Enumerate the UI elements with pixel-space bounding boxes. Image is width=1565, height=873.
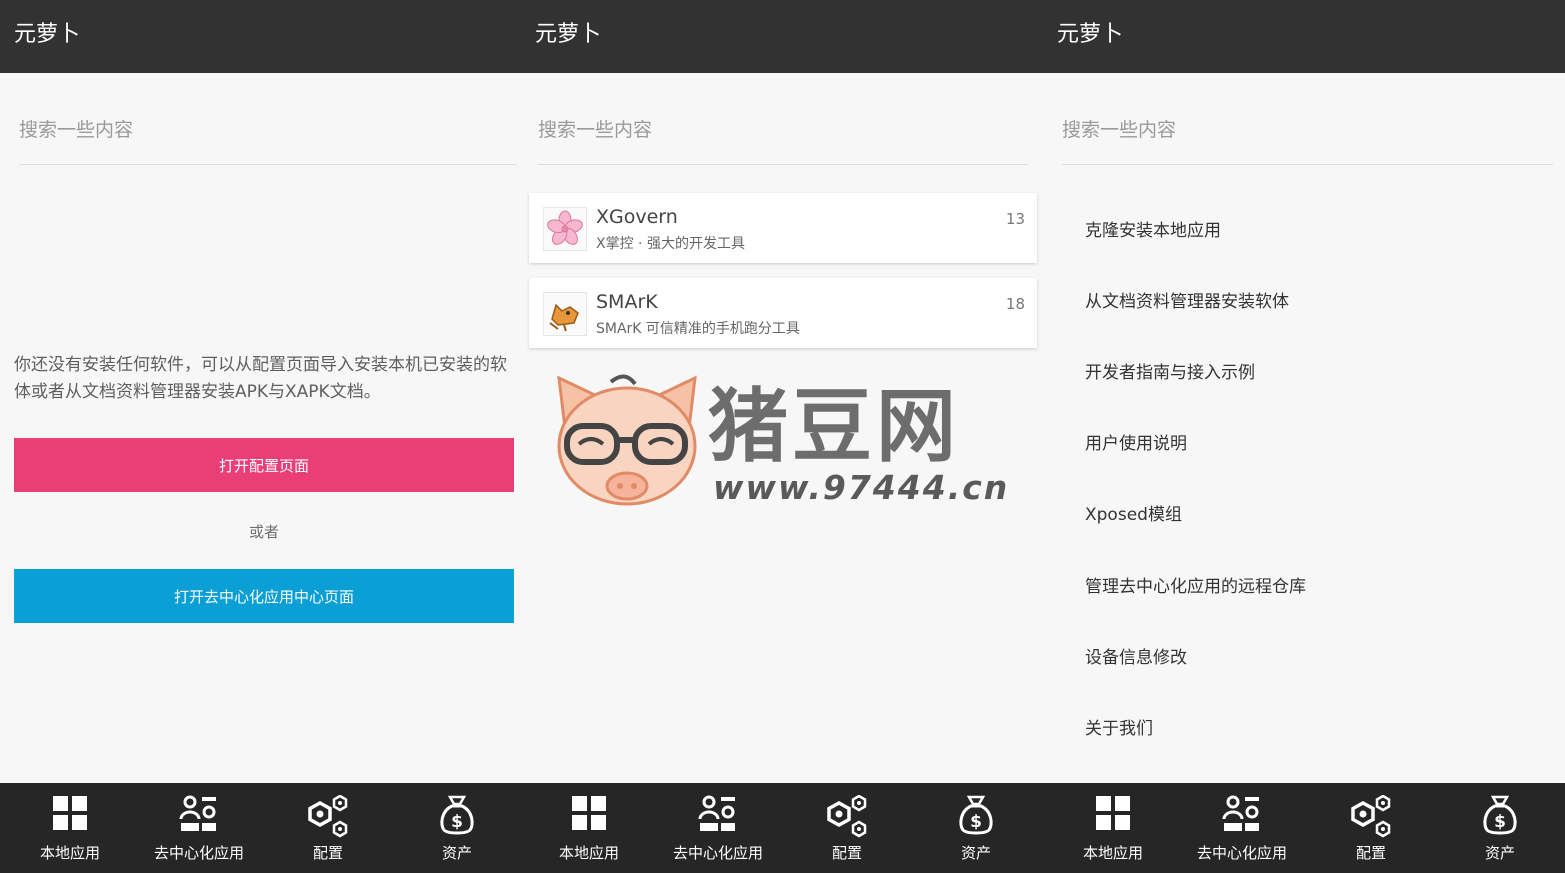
people-icon bbox=[1222, 795, 1259, 831]
nav-config[interactable]: 配置 bbox=[268, 783, 388, 873]
nav-label: 本地应用 bbox=[558, 844, 619, 862]
menu-remote-repos[interactable]: 管理去中心化应用的远程仓库 bbox=[1085, 572, 1306, 597]
dapp-count: 13 bbox=[1005, 210, 1025, 228]
app-title: 元萝卜 bbox=[14, 22, 81, 47]
search-field[interactable] bbox=[1062, 96, 1553, 165]
nav-label: 本地应用 bbox=[1082, 844, 1143, 862]
nav-label: 资产 bbox=[960, 844, 991, 862]
settings-icon bbox=[827, 795, 867, 838]
nav-dapps[interactable]: 去中心化应用 bbox=[658, 783, 778, 873]
nav-label: 配置 bbox=[831, 844, 862, 862]
nav-label: 去中心化应用 bbox=[672, 844, 763, 862]
money-bag-icon: $ bbox=[440, 795, 474, 835]
app-bar: 元萝卜 bbox=[1043, 0, 1565, 73]
nav-config[interactable]: 配置 bbox=[787, 783, 907, 873]
nav-assets[interactable]: $ 资产 bbox=[397, 783, 517, 873]
grid-icon bbox=[1096, 796, 1130, 830]
menu-about-us[interactable]: 关于我们 bbox=[1085, 714, 1153, 739]
open-dapp-center-button[interactable]: 打开去中心化应用中心页面 bbox=[14, 569, 514, 623]
dapp-card-smark[interactable]: SMArK SMArK 可信精准的手机跑分工具 18 bbox=[529, 278, 1037, 348]
nav-label: 配置 bbox=[1355, 844, 1386, 862]
svg-text:$: $ bbox=[451, 812, 463, 832]
nav-label: 配置 bbox=[312, 844, 343, 862]
bottom-nav: 本地应用 去中心化应用 配置 $ 资产 bbox=[521, 783, 1043, 873]
bottom-nav: 本地应用 去中心化应用 配置 $ 资产 bbox=[0, 783, 521, 873]
app-bar: 元萝卜 bbox=[0, 0, 521, 73]
money-bag-icon: $ bbox=[959, 795, 993, 835]
bottom-nav: 本地应用 去中心化应用 配置 $ 资产 bbox=[1043, 783, 1565, 873]
menu-xposed-module[interactable]: Xposed模组 bbox=[1085, 500, 1182, 525]
svg-text:$: $ bbox=[1494, 812, 1506, 832]
nav-dapps[interactable]: 去中心化应用 bbox=[139, 783, 259, 873]
menu-device-info[interactable]: 设备信息修改 bbox=[1085, 643, 1187, 668]
nav-label: 去中心化应用 bbox=[153, 844, 244, 862]
dapp-name: SMArK bbox=[596, 291, 658, 313]
fox-icon bbox=[543, 292, 587, 336]
grid-icon bbox=[53, 796, 87, 830]
search-field[interactable] bbox=[19, 96, 517, 165]
screen-dapps: 元萝卜 XGovern X掌控 · 强大的开发工具 13 bbox=[521, 0, 1043, 873]
money-bag-icon: $ bbox=[1483, 795, 1517, 835]
nav-local-apps[interactable]: 本地应用 bbox=[529, 783, 649, 873]
dapp-name: XGovern bbox=[596, 206, 678, 228]
dapp-card-xgovern[interactable]: XGovern X掌控 · 强大的开发工具 13 bbox=[529, 193, 1037, 263]
nav-label: 资产 bbox=[1484, 844, 1515, 862]
menu-install-from-files[interactable]: 从文档资料管理器安装软体 bbox=[1085, 287, 1289, 312]
people-icon bbox=[179, 795, 216, 831]
people-icon bbox=[698, 795, 735, 831]
sakura-icon bbox=[543, 207, 587, 251]
nav-local-apps[interactable]: 本地应用 bbox=[10, 783, 130, 873]
nav-label: 资产 bbox=[441, 844, 472, 862]
screen-config: 元萝卜 克隆安装本地应用 从文档资料管理器安装软体 开发者指南与接入示例 用户使… bbox=[1043, 0, 1565, 873]
menu-clone-install[interactable]: 克隆安装本地应用 bbox=[1085, 216, 1221, 241]
menu-developer-guide[interactable]: 开发者指南与接入示例 bbox=[1085, 358, 1255, 383]
dapp-count: 18 bbox=[1005, 295, 1025, 313]
app-title: 元萝卜 bbox=[535, 22, 602, 47]
settings-icon bbox=[308, 795, 348, 838]
search-field[interactable] bbox=[538, 96, 1028, 165]
search-input[interactable] bbox=[1062, 96, 1553, 164]
dapp-description: SMArK 可信精准的手机跑分工具 bbox=[596, 321, 800, 337]
app-bar: 元萝卜 bbox=[521, 0, 1043, 73]
dapp-description: X掌控 · 强大的开发工具 bbox=[596, 236, 745, 252]
nav-label: 去中心化应用 bbox=[1196, 844, 1287, 862]
svg-text:$: $ bbox=[970, 812, 982, 832]
nav-local-apps[interactable]: 本地应用 bbox=[1053, 783, 1173, 873]
settings-icon bbox=[1351, 795, 1391, 838]
search-input[interactable] bbox=[19, 96, 517, 164]
nav-assets[interactable]: $ 资产 bbox=[916, 783, 1036, 873]
search-input[interactable] bbox=[538, 96, 1028, 164]
grid-icon bbox=[572, 796, 606, 830]
or-label: 或者 bbox=[248, 523, 279, 541]
screen-local-apps: 元萝卜 你还没有安装任何软件，可以从配置页面导入安装本机已安装的软体或者从文档资… bbox=[0, 0, 521, 873]
nav-label: 本地应用 bbox=[39, 844, 100, 862]
empty-state-message: 你还没有安装任何软件，可以从配置页面导入安装本机已安装的软体或者从文档资料管理器… bbox=[14, 355, 507, 402]
nav-assets[interactable]: $ 资产 bbox=[1440, 783, 1560, 873]
nav-config[interactable]: 配置 bbox=[1311, 783, 1431, 873]
nav-dapps[interactable]: 去中心化应用 bbox=[1182, 783, 1302, 873]
menu-user-manual[interactable]: 用户使用说明 bbox=[1085, 429, 1187, 454]
app-title: 元萝卜 bbox=[1057, 22, 1124, 47]
open-config-button[interactable]: 打开配置页面 bbox=[14, 438, 514, 492]
